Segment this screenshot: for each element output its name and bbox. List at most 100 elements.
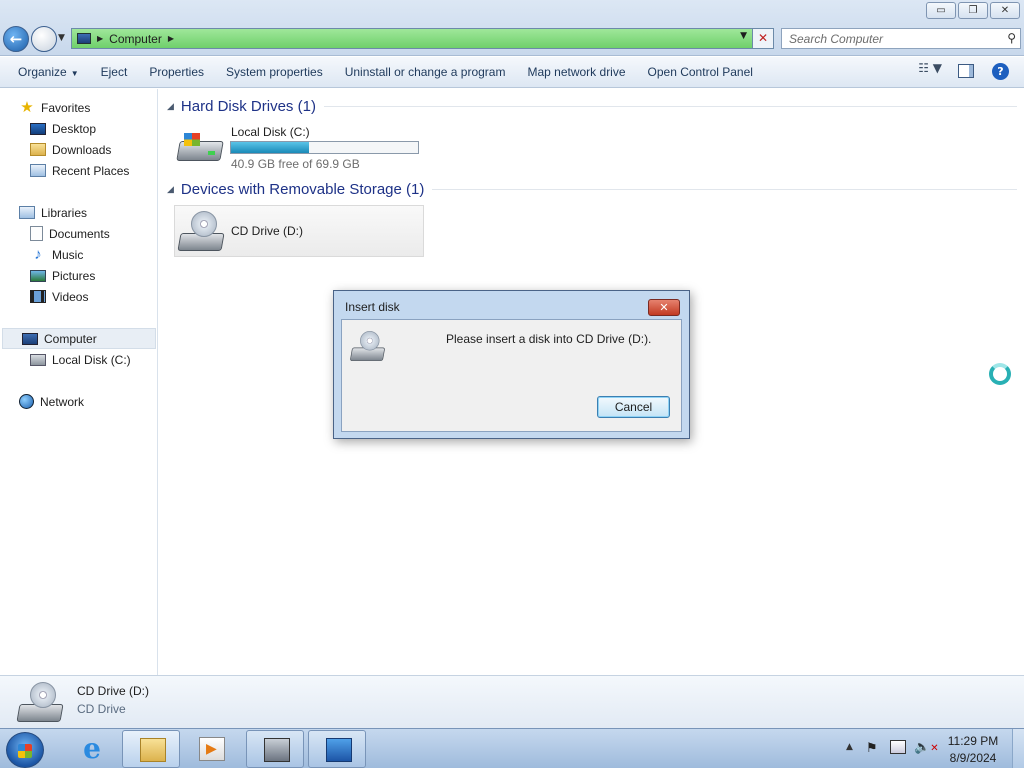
hard-disk-icon	[30, 353, 46, 366]
sidebar-item-downloads[interactable]: Downloads	[0, 139, 158, 160]
eject-button[interactable]: Eject	[93, 60, 136, 84]
breadcrumb-arrow-icon[interactable]: ▶	[168, 34, 174, 43]
sidebar-item-network[interactable]: Network	[0, 391, 158, 412]
recent-pages-dropdown[interactable]: ▼	[58, 33, 65, 43]
libraries-icon	[19, 206, 35, 219]
drive-tile-local-disk[interactable]: Local Disk (C:) 40.9 GB free of 69.9 GB	[174, 125, 434, 171]
chevron-down-icon: ▼	[70, 69, 79, 78]
stop-icon[interactable]: ✕	[752, 28, 774, 49]
taskbar-media-player[interactable]	[182, 730, 240, 768]
clock-date[interactable]: 8/9/2024	[940, 751, 1006, 765]
forward-button[interactable]	[31, 26, 57, 52]
sidebar-item-music[interactable]: ♪ Music	[0, 244, 158, 265]
drive-name: Local Disk (C:)	[231, 125, 310, 139]
search-input[interactable]	[782, 29, 992, 48]
organize-button[interactable]: Organize ▼	[10, 60, 87, 84]
close-button[interactable]: ✕	[990, 2, 1020, 19]
sidebar-item-label: Recent Places	[52, 163, 130, 178]
help-icon[interactable]: ?	[992, 63, 1009, 80]
navigation-pane: ★ Favorites Desktop Downloads Recent Plac…	[0, 89, 158, 675]
star-icon: ★	[20, 99, 34, 116]
sidebar-item-videos[interactable]: Videos	[0, 286, 158, 307]
music-icon: ♪	[34, 246, 42, 263]
collapse-arrow-icon[interactable]: ◢	[167, 101, 174, 112]
search-icon[interactable]: ⚲	[1007, 31, 1016, 45]
sidebar-item-desktop[interactable]: Desktop	[0, 118, 158, 139]
sidebar-item-documents[interactable]: Documents	[0, 223, 158, 244]
organize-label: Organize	[18, 65, 67, 79]
cd-drive-icon	[177, 211, 225, 253]
sidebar-item-computer[interactable]: Computer	[2, 328, 156, 349]
minimize-button[interactable]: ▭	[926, 2, 956, 19]
sidebar-item-label: Libraries	[41, 205, 88, 220]
dialog-message: Please insert a disk into CD Drive (D:).	[446, 332, 652, 346]
libraries-group: Libraries Documents ♪ Music Pictures Vide…	[0, 202, 158, 307]
documents-icon	[30, 226, 43, 241]
recent-places-icon	[30, 164, 46, 177]
cancel-button[interactable]: Cancel	[597, 396, 670, 418]
group-header-label: Devices with Removable Storage (1)	[180, 181, 425, 198]
taskbar-windows-explorer[interactable]	[122, 730, 180, 768]
action-center-flag-icon[interactable]: ⚑	[866, 741, 878, 756]
sidebar-item-recent-places[interactable]: Recent Places	[0, 160, 158, 181]
sidebar-item-local-disk[interactable]: Local Disk (C:)	[0, 349, 158, 370]
drive-free-space: 40.9 GB free of 69.9 GB	[231, 157, 360, 171]
cd-drive-icon	[16, 682, 64, 724]
volume-muted-icon[interactable]: 🔈✕	[914, 740, 939, 755]
breadcrumb-arrow-icon[interactable]: ▶	[97, 34, 103, 43]
computer-icon	[22, 332, 38, 345]
sidebar-item-favorites[interactable]: ★ Favorites	[0, 97, 158, 118]
busy-cursor-icon	[989, 363, 1011, 385]
computer-icon	[77, 33, 91, 44]
sidebar-item-pictures[interactable]: Pictures	[0, 265, 158, 286]
cd-drive-icon	[349, 331, 386, 363]
network-group: Network	[0, 391, 158, 412]
computer-app-icon	[264, 738, 290, 762]
sidebar-item-label: Computer	[44, 331, 97, 346]
details-item-name: CD Drive (D:)	[77, 684, 149, 698]
breadcrumb-computer[interactable]: Computer	[109, 32, 162, 46]
sidebar-item-label: Desktop	[52, 121, 97, 136]
uninstall-program-button[interactable]: Uninstall or change a program	[337, 60, 514, 84]
dialog-close-button[interactable]: ✕	[648, 299, 680, 316]
sidebar-item-label: Local Disk (C:)	[52, 352, 131, 367]
address-dropdown-icon[interactable]: ▼	[740, 31, 747, 41]
collapse-arrow-icon[interactable]: ◢	[167, 184, 174, 195]
map-network-drive-button[interactable]: Map network drive	[519, 60, 633, 84]
network-status-icon[interactable]	[890, 740, 906, 754]
preview-pane-icon[interactable]	[958, 64, 974, 78]
internet-explorer-icon: e	[83, 732, 101, 765]
group-header-removable[interactable]: ◢ Devices with Removable Storage (1)	[167, 181, 1017, 198]
show-desktop-button[interactable]	[1012, 729, 1024, 768]
sidebar-item-label: Network	[40, 394, 85, 409]
title-bar: ▭ ❐ ✕ ← ▼ ▶ Computer ▶ ▼ ✕ ⚲	[0, 0, 1024, 56]
sidebar-item-label: Favorites	[41, 100, 91, 115]
drive-tile-cd-drive[interactable]: CD Drive (D:)	[174, 205, 424, 257]
back-button[interactable]: ←	[3, 26, 29, 52]
group-header-hard-disks[interactable]: ◢ Hard Disk Drives (1)	[167, 98, 1017, 115]
restore-button[interactable]: ❐	[958, 2, 988, 19]
properties-button[interactable]: Properties	[141, 60, 212, 84]
dialog-title: Insert disk	[345, 300, 400, 314]
address-bar[interactable]: ▶ Computer ▶ ▼ ✕	[71, 28, 774, 49]
sidebar-item-label: Music	[52, 247, 84, 262]
open-control-panel-button[interactable]: Open Control Panel	[640, 60, 761, 84]
show-hidden-icons[interactable]: ▲	[846, 742, 853, 752]
start-button[interactable]	[6, 732, 44, 768]
taskbar-internet-explorer[interactable]: e	[62, 730, 120, 768]
clock-time[interactable]: 11:29 PM	[940, 734, 1006, 748]
disk-usage-bar	[230, 141, 419, 154]
search-box[interactable]: ⚲	[781, 28, 1021, 49]
taskbar-app-network[interactable]	[308, 730, 366, 768]
folder-icon	[140, 738, 166, 762]
insert-disk-dialog: Insert disk ✕ Please insert a disk into …	[333, 290, 690, 439]
system-properties-button[interactable]: System properties	[218, 60, 331, 84]
desktop-icon	[30, 122, 46, 135]
change-view-button[interactable]: ☷ ▼	[918, 61, 942, 75]
sidebar-item-libraries[interactable]: Libraries	[0, 202, 158, 223]
taskbar-app-computer[interactable]	[246, 730, 304, 768]
pictures-icon	[30, 269, 46, 282]
sidebar-item-label: Documents	[49, 226, 110, 241]
taskbar: e ▲ ⚑ 🔈✕ 11:29 PM 8/9/2024	[0, 728, 1024, 768]
dialog-body: Please insert a disk into CD Drive (D:).…	[341, 319, 682, 432]
